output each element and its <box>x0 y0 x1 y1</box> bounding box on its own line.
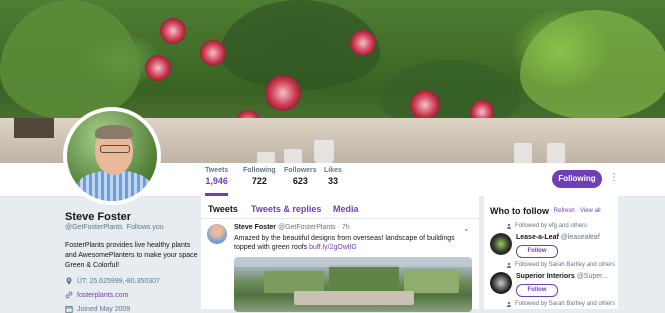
who-to-follow-links: · Refresh · View all <box>550 208 601 214</box>
stat-value: 722 <box>251 176 267 186</box>
follows-you-badge: Follows you <box>126 224 164 231</box>
tweet-author-name[interactable]: Steve Foster <box>234 224 276 231</box>
tweet-header: Steve Foster @GetFosterPlants · 7h <box>234 224 350 231</box>
timeline-tabs: Tweets Tweets & replies Media <box>201 196 479 219</box>
suggestion-item: Followed by Sarah Bartley and others Sup… <box>490 262 616 297</box>
suggestion-name-row[interactable]: Superior Interiors @Super... <box>516 273 608 280</box>
profile-handle-row: @GetFosterPlants Follows you <box>65 224 200 231</box>
tab-media[interactable]: Media <box>333 204 359 214</box>
stat-value: 33 <box>327 176 338 186</box>
following-button[interactable]: Following <box>552 170 602 188</box>
website-link[interactable]: fosterplants.com <box>77 292 128 299</box>
stat-label: Followers <box>284 167 317 174</box>
tweet-avatar[interactable] <box>207 224 227 244</box>
location-text: ÜT: 25.625999,-80.350307 <box>77 277 160 285</box>
link-icon <box>65 291 73 299</box>
refresh-link[interactable]: Refresh <box>554 208 575 214</box>
joined-text: Joined May 2009 <box>77 305 131 313</box>
stat-followers[interactable]: Followers 623 <box>284 167 317 186</box>
stat-label: Likes <box>324 167 342 174</box>
suggestion-handle[interactable]: @leasealeaf <box>561 234 600 241</box>
followed-by-label: Followed by Sarah Bartley and others <box>515 301 616 307</box>
profile-website[interactable]: fosterplants.com <box>65 291 200 299</box>
follow-button[interactable]: Follow <box>516 284 558 297</box>
stat-label: Following <box>243 167 276 174</box>
followed-by-label: Followed by Sarah Bartley and others <box>515 262 616 268</box>
profile-location: ÜT: 25.625999,-80.350307 <box>65 277 200 285</box>
suggestion-name[interactable]: Lease-a-Leaf <box>516 234 559 241</box>
suggestion-name-row[interactable]: Lease-a-Leaf @leasealeaf <box>516 234 600 241</box>
who-to-follow-panel: Who to follow · Refresh · View all Follo… <box>484 196 618 309</box>
suggestion-item: Followed by Sarah Bartley and others <box>490 301 616 307</box>
timeline: Tweets Tweets & replies Media Steve Fost… <box>201 196 479 312</box>
tab-tweets[interactable]: Tweets <box>208 204 238 214</box>
tweet-text: Amazed by the beautiful designs from ove… <box>234 234 474 252</box>
follow-button[interactable]: Follow <box>516 245 558 258</box>
tweet-author-handle[interactable]: @GetFosterPlants <box>278 224 336 231</box>
stat-tweets[interactable]: Tweets 1,946 <box>205 167 229 196</box>
profile-name[interactable]: Steve Foster <box>65 211 200 223</box>
chevron-down-icon[interactable]: ⌄ <box>463 224 470 233</box>
person-icon <box>506 223 512 229</box>
stat-label: Tweets <box>205 167 229 174</box>
view-all-link[interactable]: View all <box>580 208 601 214</box>
location-pin-icon <box>66 277 72 285</box>
profile-handle[interactable]: @GetFosterPlants <box>65 224 123 231</box>
tweet-media-image[interactable] <box>234 257 472 312</box>
stat-likes[interactable]: Likes 33 <box>324 167 342 186</box>
followed-by-text: Followed by Sarah Bartley and others <box>506 301 616 307</box>
tweet-link[interactable]: buff.ly/2gOwtlG <box>309 244 357 251</box>
suggestion-name[interactable]: Superior Interiors <box>516 273 575 280</box>
more-vertical-icon[interactable]: ⋮ <box>609 172 619 183</box>
stat-value: 623 <box>292 176 308 186</box>
who-to-follow-title: Who to follow <box>490 206 549 216</box>
tab-tweets-replies[interactable]: Tweets & replies <box>251 204 321 214</box>
suggestion-handle[interactable]: @Super... <box>577 273 608 280</box>
stat-following[interactable]: Following 722 <box>243 167 276 186</box>
person-icon <box>506 262 512 268</box>
suggestion-avatar[interactable] <box>490 233 512 255</box>
suggestion-item: Followed by efg and others Lease-a-Leaf … <box>490 223 616 258</box>
profile-avatar[interactable] <box>63 107 161 205</box>
profile-joined: Joined May 2009 <box>65 305 200 313</box>
calendar-icon <box>65 306 73 313</box>
followed-by-text: Followed by efg and others <box>506 223 616 229</box>
followed-by-text: Followed by Sarah Bartley and others <box>506 262 616 268</box>
profile-bio: FosterPlants provides live healthy plant… <box>65 242 198 269</box>
person-icon <box>506 301 512 307</box>
tweet-time[interactable]: · 7h <box>338 224 350 231</box>
suggestion-avatar[interactable] <box>490 272 512 294</box>
followed-by-label: Followed by efg and others <box>515 223 588 229</box>
profile-card: Steve Foster @GetFosterPlants Follows you… <box>65 205 200 313</box>
stat-value: 1,946 <box>205 176 228 186</box>
